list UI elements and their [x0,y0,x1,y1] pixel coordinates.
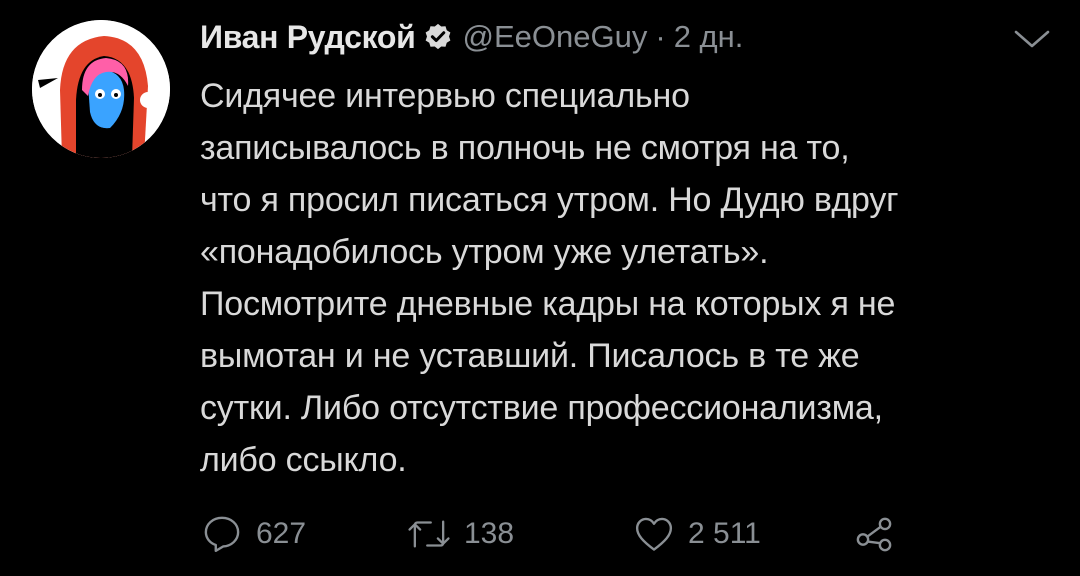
tweet-text-line: записывалось в полночь не смотря на то, [200,129,850,167]
reply-button[interactable]: 627 [200,508,306,560]
retweet-icon [408,520,450,548]
share-icon [856,517,892,552]
avatar[interactable] [32,20,170,158]
tweet-timestamp[interactable]: 2 дн. [674,19,744,55]
tweet-text: Сидячее интервью специально записывалось… [200,70,1060,486]
tweet-text-line: сутки. Либо отсутствие профессионализма, [200,389,883,427]
like-button[interactable]: 2 511 [632,508,761,560]
retweet-count: 138 [464,517,515,550]
tweet-header: Иван Рудской @EeOneGuy · 2 дн. [200,14,743,60]
reply-icon [204,516,240,553]
share-button[interactable] [852,508,896,560]
tweet-text-line: «понадобилось утром уже улетать». [200,233,769,271]
retweet-button[interactable]: 138 [406,508,514,560]
tweet-text-line: Посмотрите дневные кадры на которых я не [200,285,896,323]
like-count: 2 511 [688,517,761,550]
avatar-red-hoodie-icon [32,20,170,158]
tweet[interactable]: Иван Рудской @EeOneGuy · 2 дн. Сидячее и… [0,0,1080,576]
tweet-actions: 627 138 2 511 [196,508,956,560]
author-handle[interactable]: @EeOneGuy [463,19,648,55]
verified-badge-icon [425,23,450,50]
tweet-text-line: либо ссыкло. [200,441,407,479]
tweet-text-line: вымотан и не уставший. Писалось в те же [200,337,860,375]
tweet-text-line: что я просил писаться утром. Но Дудю вдр… [200,181,899,219]
tweet-text-line: Сидячее интервью специально [200,77,690,115]
author-display-name[interactable]: Иван Рудской [200,19,416,56]
reply-count: 627 [256,517,307,550]
header-separator: · [655,19,666,54]
chevron-down-icon[interactable] [1010,26,1054,52]
heart-icon [635,517,673,551]
